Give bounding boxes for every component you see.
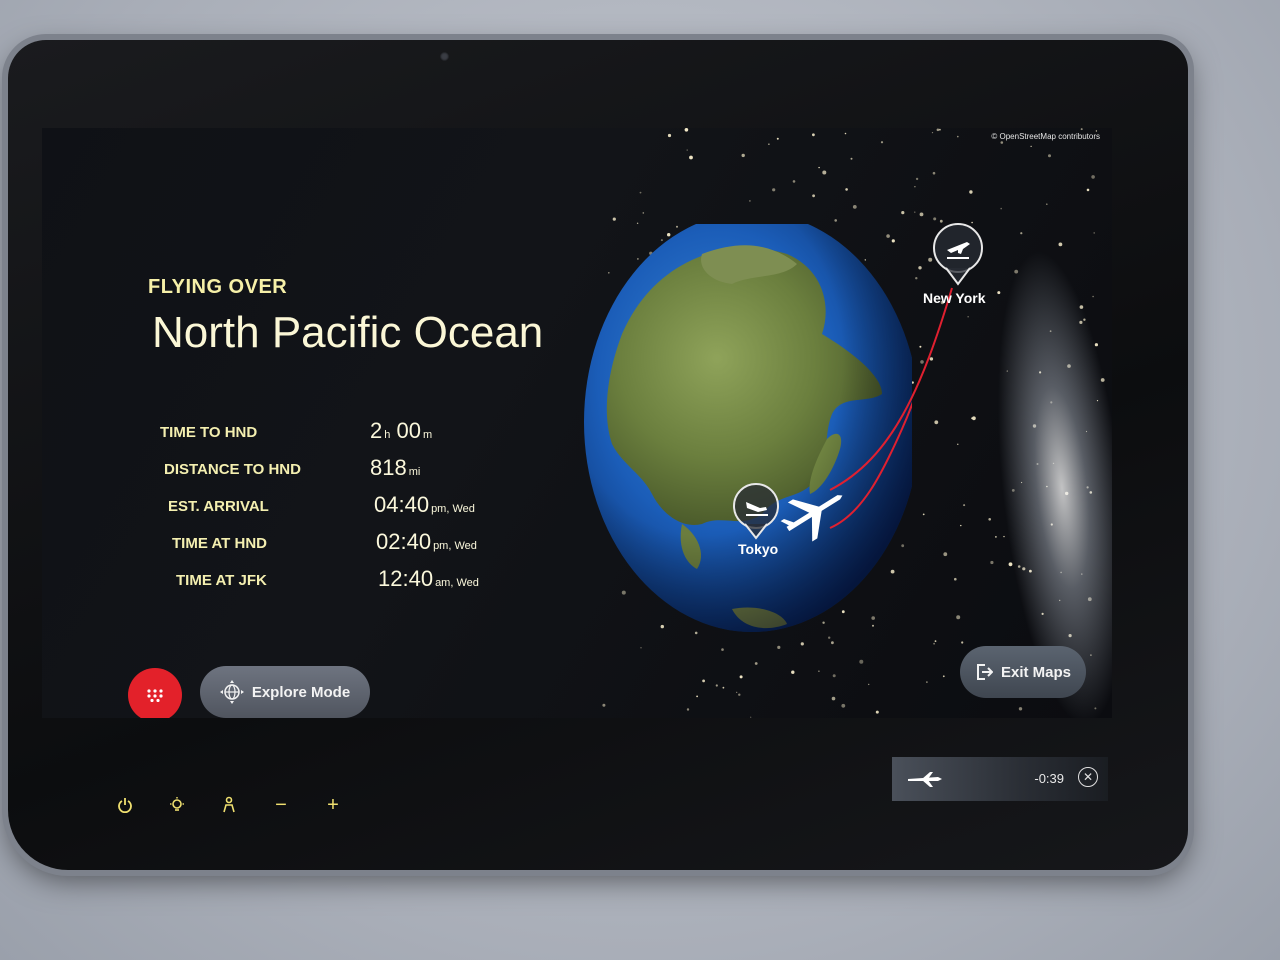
globe-move-icon — [219, 680, 244, 704]
mini-player-time: -0:39 — [1034, 771, 1064, 786]
mini-player[interactable]: -0:39 ✕ — [892, 757, 1108, 801]
airplane-icon — [908, 772, 942, 787]
pin-circle — [733, 483, 779, 529]
explore-mode-button[interactable]: Explore Mode — [200, 666, 370, 718]
exit-maps-button[interactable]: Exit Maps — [960, 646, 1086, 698]
menu-grid-icon — [147, 689, 163, 702]
route-tail — [829, 287, 953, 491]
airplane-icon — [780, 495, 843, 542]
tokyo-label: Tokyo — [738, 541, 778, 557]
new-york-pin[interactable]: New York — [923, 173, 986, 306]
light-icon — [170, 797, 184, 811]
explore-mode-label: Explore Mode — [251, 683, 351, 701]
power-icon — [118, 798, 132, 813]
camera — [440, 52, 449, 61]
new-york-label: New York — [923, 290, 986, 306]
exit-maps-label: Exit Maps — [1000, 663, 1072, 681]
exit-icon — [976, 664, 993, 680]
pin-tail — [744, 523, 768, 540]
pin-shape — [934, 173, 982, 221]
volume-up-button[interactable]: + — [318, 790, 348, 820]
tokyo-pin[interactable]: Tokyo — [733, 483, 779, 557]
reading-light-button[interactable] — [162, 790, 192, 820]
attendant-call-button[interactable] — [214, 790, 244, 820]
attendant-icon — [223, 796, 235, 813]
volume-down-button[interactable]: − — [266, 790, 296, 820]
close-icon[interactable]: ✕ — [1078, 767, 1098, 787]
pin-tail — [945, 267, 971, 286]
route-overlay: New York Tokyo — [733, 173, 986, 557]
menu-button[interactable] — [128, 668, 182, 718]
power-button[interactable] — [110, 790, 140, 820]
map-screen: © OpenStreetMap contributors FLYING OVER… — [42, 128, 1112, 718]
